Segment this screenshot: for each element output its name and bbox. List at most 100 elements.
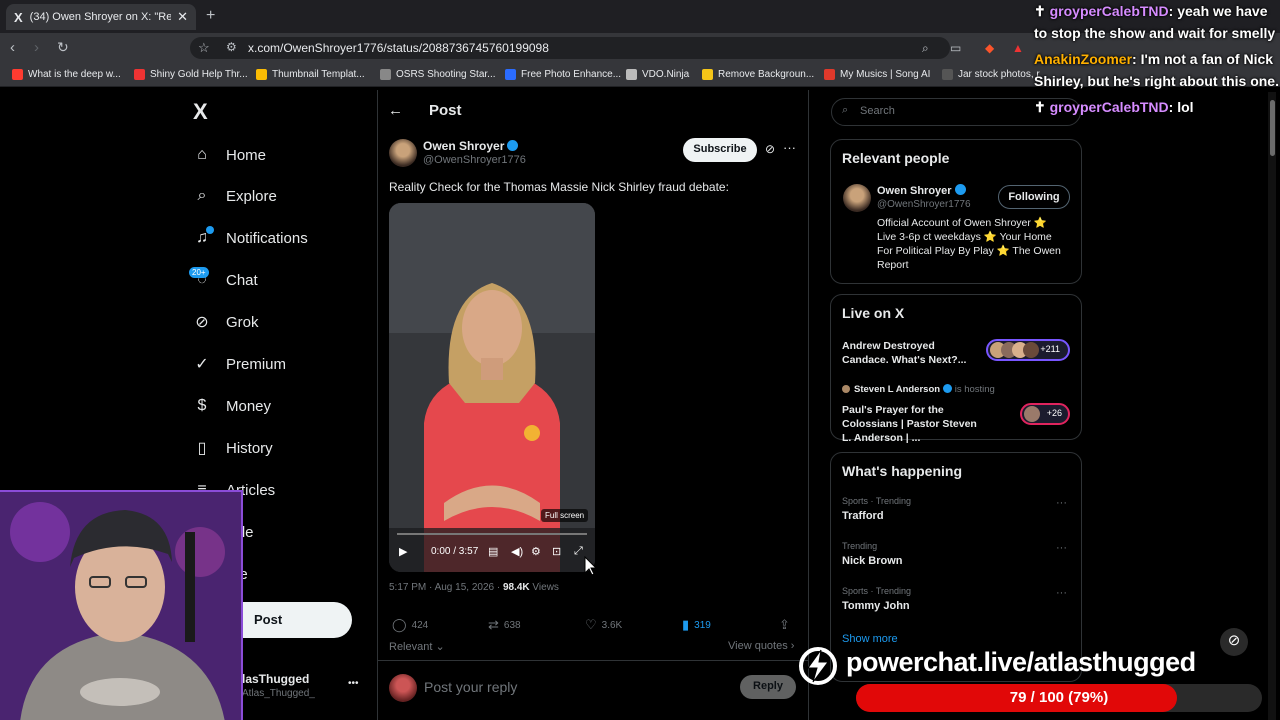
zoom-icon[interactable]: ⌕ [922, 41, 929, 56]
show-more-link[interactable]: Show more [842, 633, 898, 645]
nav-item-grok[interactable]: ⊘ Grok [192, 307, 258, 337]
live-item-pill[interactable]: +211 [986, 339, 1070, 361]
trend-more-icon[interactable]: ··· [1056, 497, 1067, 509]
nav-item-home[interactable]: ⌂ Home [192, 140, 266, 170]
more-options-icon[interactable]: ··· [783, 140, 796, 155]
chat-text: lol [1173, 99, 1194, 115]
live-listener-count: +211 [1040, 344, 1060, 354]
verified-badge-icon [943, 384, 953, 393]
bookmark-item[interactable]: Jar stock photos, r [942, 69, 1040, 80]
browser-tab[interactable]: X (34) Owen Shroyer on X: "Reality ✕ [6, 4, 196, 30]
reply-stat[interactable]: ◯ 424 [392, 617, 428, 633]
post-timestamp[interactable]: 5:17 PM · Aug 15, 2026 · [389, 582, 503, 593]
nav-item-history[interactable]: ▯ History [192, 433, 273, 463]
powerchat-url: powerchat.live/atlasthugged [846, 647, 1196, 677]
heart-icon: ♡ [585, 617, 597, 632]
like-count: 3.6K [601, 619, 623, 631]
bookmark-item[interactable]: VDO.Ninja [626, 69, 689, 80]
new-tab-button[interactable]: + [206, 7, 215, 25]
whats-happening-title: What's happening [842, 463, 962, 479]
share-icon[interactable]: ⇪ [779, 617, 795, 633]
trend-more-icon[interactable]: ··· [1056, 587, 1067, 599]
notification-dot [206, 226, 214, 234]
relevant-person-bio: Official Account of Owen Shroyer ⭐ Live … [877, 217, 1061, 271]
rewards-icon[interactable]: ▲ [1012, 41, 1024, 55]
trend-more-icon[interactable]: ··· [1056, 542, 1067, 554]
chat-prefix-icon: ✝ [1034, 99, 1050, 115]
account-more-icon[interactable]: ••• [348, 678, 359, 689]
chat-message: ✝ groyperCalebTND: lol [1034, 96, 1280, 118]
bookmark-favicon-icon [942, 69, 953, 80]
bookmark-item[interactable]: OSRS Shooting Star... [380, 69, 496, 80]
reload-icon[interactable]: ↻ [57, 39, 69, 56]
page-title: Post [429, 102, 462, 119]
pip-icon[interactable]: ⊡ [552, 545, 561, 558]
divider [377, 660, 809, 661]
tab-close-button[interactable]: ✕ [177, 9, 188, 25]
author-name[interactable]: Owen Shroyer [423, 139, 519, 153]
bookmark-star-icon[interactable]: ☆ [198, 40, 210, 56]
nav-item-label: Notifications [226, 229, 308, 247]
nav-item-premium[interactable]: ✓ Premium [192, 349, 286, 379]
post-button[interactable]: Post [242, 602, 352, 638]
bookmark-stat[interactable]: ▮ 319 [682, 617, 711, 633]
address-bar[interactable]: ☆ ⚙ x.com/OwenShroyer1776/status/2088736… [190, 37, 950, 59]
relevant-person-name[interactable]: Owen Shroyer [877, 184, 966, 197]
forward-icon[interactable]: › [34, 39, 39, 56]
trend-name[interactable]: Trafford [842, 510, 884, 522]
repost-stat[interactable]: ⇄ 638 [488, 617, 521, 633]
volume-icon[interactable]: ◀) [511, 545, 523, 558]
trend-name[interactable]: Nick Brown [842, 555, 903, 567]
reply-button[interactable]: Reply [740, 675, 796, 699]
bookmark-favicon-icon [380, 69, 391, 80]
following-button[interactable]: Following [998, 185, 1070, 209]
account-name[interactable]: lasThugged [242, 672, 309, 686]
relevant-person-name-text: Owen Shroyer [877, 185, 952, 197]
site-info-icon[interactable]: ⚙ [226, 40, 237, 54]
live-item-title[interactable]: Andrew Destroyed Candace. What's Next?..… [842, 339, 982, 367]
video-time: 0:00 / 3:57 [431, 546, 479, 557]
goal-bar-text: 79 / 100 (79%) [1009, 689, 1109, 706]
settings-icon[interactable]: ⚙ [531, 545, 541, 558]
bookmark-item[interactable]: Shiny Gold Help Thr... [134, 69, 248, 80]
trend-category: Sports · Trending [842, 586, 912, 596]
bookmark-item[interactable]: What is the deep w... [12, 69, 121, 80]
brave-shield-icon[interactable]: ◆ [985, 41, 994, 55]
cast-icon[interactable]: ▭ [950, 41, 961, 55]
live-item-title[interactable]: Paul's Prayer for the Colossians | Pasto… [842, 403, 982, 445]
trend-category: Sports · Trending [842, 496, 912, 506]
scrollbar[interactable] [1268, 92, 1276, 720]
author-handle[interactable]: @OwenShroyer1776 [423, 154, 526, 166]
fullscreen-icon[interactable]: ⤢ [574, 545, 583, 558]
live-item-pill[interactable]: +26 [1020, 403, 1070, 425]
back-icon[interactable]: ‹ [10, 39, 15, 56]
play-icon[interactable]: ▶ [399, 545, 407, 558]
bookmark-label: What is the deep w... [28, 69, 121, 80]
bookmark-item[interactable]: My Musics | Song AI [824, 69, 930, 80]
author-avatar[interactable] [389, 139, 417, 167]
sort-relevant-dropdown[interactable]: Relevant ⌄ [389, 640, 445, 653]
relevant-person-avatar[interactable] [843, 184, 871, 212]
captions-icon[interactable]: ▤ [488, 545, 498, 558]
bookmark-item[interactable]: Remove Backgroun... [702, 69, 814, 80]
live-title: Live on X [842, 305, 905, 321]
search-icon: ⌕ [197, 187, 207, 204]
author-name-text: Owen Shroyer [423, 139, 505, 153]
bookmark-label: Remove Backgroun... [718, 69, 815, 80]
subscribe-button[interactable]: Subscribe [683, 138, 757, 162]
trend-name[interactable]: Tommy John [842, 600, 910, 612]
bookmark-item[interactable]: Thumbnail Templat... [256, 69, 365, 80]
reply-input[interactable]: Post your reply [424, 679, 517, 695]
bookmark-item[interactable]: Free Photo Enhance... [505, 69, 621, 80]
back-arrow-icon[interactable]: ← [388, 102, 403, 119]
bookmark-filled-icon: ▮ [682, 617, 690, 632]
nav-item-explore[interactable]: ⌕ Explore [192, 181, 277, 211]
x-logo[interactable]: X [193, 99, 208, 125]
grok-icon[interactable]: ⊘ [765, 142, 775, 156]
like-stat[interactable]: ♡ 3.6K [585, 617, 622, 633]
nav-item-money[interactable]: $ Money [192, 391, 271, 421]
bookmark-favicon-icon [702, 69, 713, 80]
view-quotes-link[interactable]: View quotes › [728, 640, 794, 652]
bookmark-label: Jar stock photos, r [958, 69, 1040, 80]
grok-icon: ⊘ [195, 314, 209, 331]
